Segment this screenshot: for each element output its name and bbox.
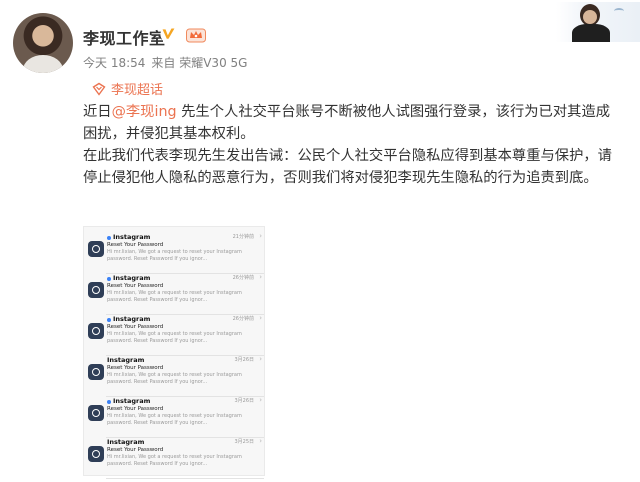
email-row[interactable]: Instagram Reset Your Password Hi mr.lixian…: [84, 437, 264, 479]
email-sender: Instagram: [107, 438, 145, 446]
member-crown-icon[interactable]: [186, 27, 206, 43]
instagram-icon: [88, 446, 104, 462]
email-preview: Hi mr.lixian, We got a request to reset …: [107, 413, 242, 426]
email-preview: Hi mr.lixian, We got a request to reset …: [107, 290, 242, 303]
email-row[interactable]: Instagram Reset Your Password Hi mr.lixian…: [84, 396, 264, 438]
email-time: 3月26日: [234, 398, 254, 404]
email-preview: Hi mr.lixian, We got a request to reset …: [107, 249, 242, 262]
paragraph-prefix: 近日: [83, 104, 112, 120]
chevron-right-icon: ›: [259, 273, 262, 281]
profile-cover-image: [556, 2, 640, 42]
email-preview: Hi mr.lixian, We got a request to reset …: [107, 372, 242, 385]
email-row[interactable]: Instagram Reset Your Password Hi mr.lixian…: [84, 355, 264, 397]
super-topic-icon: [92, 82, 106, 96]
email-sender: Instagram: [113, 397, 151, 405]
email-time: 26分钟前: [232, 316, 254, 322]
instagram-icon: [88, 405, 104, 421]
unread-dot-icon: [107, 400, 111, 404]
unread-dot-icon: [107, 277, 111, 281]
chevron-right-icon: ›: [259, 314, 262, 322]
email-time: 26分钟前: [232, 275, 254, 281]
author-name[interactable]: 李现工作室: [83, 25, 166, 49]
email-subject: Reset Your Password: [107, 447, 164, 453]
chevron-right-icon: ›: [259, 437, 262, 445]
chevron-right-icon: ›: [259, 396, 262, 404]
instagram-icon: [88, 323, 104, 339]
email-subject: Reset Your Password: [107, 242, 164, 248]
unread-dot-icon: [107, 318, 111, 322]
instagram-icon: [88, 282, 104, 298]
instagram-icon: [88, 364, 104, 380]
instagram-icon: [88, 241, 104, 257]
unread-dot-icon: [107, 236, 111, 240]
email-time: 3月26日: [234, 357, 254, 363]
email-sender: Instagram: [107, 356, 145, 364]
mention-link[interactable]: @李现ing: [112, 104, 177, 120]
super-topic-link[interactable]: 李现超话: [92, 79, 163, 98]
email-preview: Hi mr.lixian, We got a request to reset …: [107, 454, 242, 467]
super-topic-label: 李现超话: [111, 83, 164, 98]
verified-v-icon: [160, 26, 177, 43]
post-paragraph-1: 近日@李现ing 先生个人社交平台账号不断被他人试图强行登录，该行为已对其造成困…: [83, 101, 623, 145]
post-image[interactable]: Instagram Reset Your Password Hi mr.lixian…: [83, 226, 265, 479]
post-meta: 今天 18:54 来自 荣耀V30 5G: [83, 54, 247, 71]
email-sender: Instagram: [113, 315, 151, 323]
chevron-right-icon: ›: [259, 355, 262, 363]
email-sender: Instagram: [113, 274, 151, 282]
post-content: 近日@李现ing 先生个人社交平台账号不断被他人试图强行登录，该行为已对其造成困…: [83, 101, 623, 189]
email-subject: Reset Your Password: [107, 365, 164, 371]
email-time: 21分钟前: [232, 234, 254, 240]
post-source: 来自 荣耀V30 5G: [151, 56, 248, 70]
email-row[interactable]: Instagram Reset Your Password Hi mr.lixian…: [84, 314, 264, 356]
email-subject: Reset Your Password: [107, 406, 164, 412]
chevron-right-icon: ›: [259, 232, 262, 240]
email-sender: Instagram: [113, 233, 151, 241]
author-avatar[interactable]: [13, 13, 73, 73]
email-row[interactable]: Instagram Reset Your Password Hi mr.lixian…: [84, 273, 264, 315]
email-preview: Hi mr.lixian, We got a request to reset …: [107, 331, 242, 344]
email-time: 3月25日: [234, 439, 254, 445]
email-row[interactable]: Instagram Reset Your Password Hi mr.lixian…: [84, 232, 264, 274]
post-time[interactable]: 今天 18:54: [83, 54, 145, 71]
email-subject: Reset Your Password: [107, 324, 164, 330]
post-paragraph-2: 在此我们代表李现先生发出告诫：公民个人社交平台隐私应得到基本尊重与保护，请停止侵…: [83, 148, 612, 186]
email-subject: Reset Your Password: [107, 283, 164, 289]
